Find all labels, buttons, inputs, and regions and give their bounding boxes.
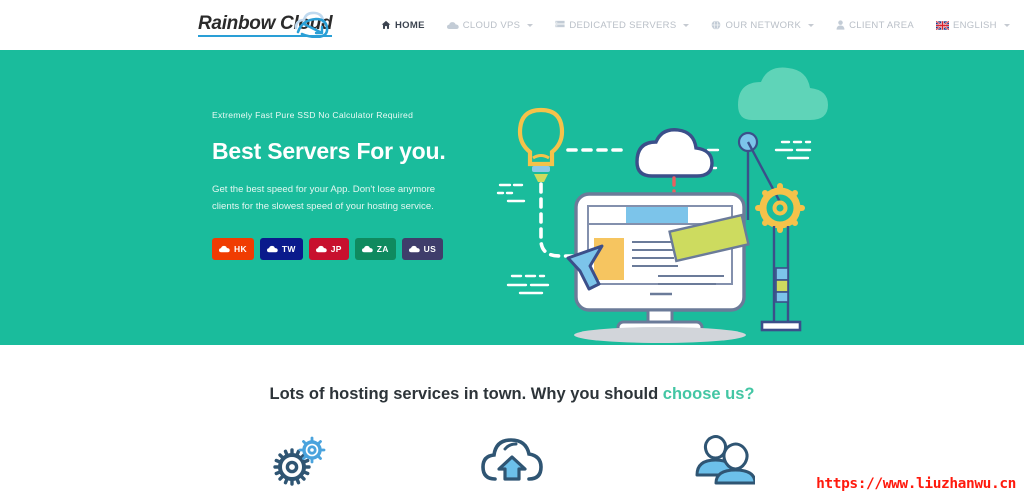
nav-label: DEDICATED SERVERS <box>569 19 677 31</box>
nav-label: OUR NETWORK <box>725 19 802 31</box>
nav-item-client-area[interactable]: CLIENT AREA <box>825 0 925 50</box>
hero-title: Best Servers For you. <box>212 138 446 164</box>
location-code: ZA <box>376 243 389 254</box>
chevron-down-icon <box>527 23 534 27</box>
hero-section: Extremely Fast Pure SSD No Calculator Re… <box>0 50 1024 345</box>
uk-flag-icon <box>936 20 949 30</box>
page-root: Rainbow Cloud HOME CLOUD VPS DEDICATED S… <box>0 0 1024 504</box>
hero-subtitle: Get the best speed for your App. Don't l… <box>212 184 436 212</box>
watermark-url: https://www.liuzhanwu.cn <box>816 476 1016 492</box>
cloud-icon <box>361 240 373 258</box>
location-button-us[interactable]: US <box>401 237 444 260</box>
cloud-icon <box>266 240 278 258</box>
cloud-icon <box>408 240 420 258</box>
location-button-group: HK TW JP ZA US <box>212 237 462 260</box>
chevron-down-icon <box>1003 23 1010 27</box>
location-button-hk[interactable]: HK <box>212 237 254 260</box>
cloud-icon <box>219 240 230 258</box>
nav-label: HOME <box>395 19 425 31</box>
cloud-icon <box>446 21 459 30</box>
site-header: Rainbow Cloud HOME CLOUD VPS DEDICATED S… <box>0 0 1024 50</box>
features-heading: Lots of hosting services in town. Why yo… <box>0 385 1024 404</box>
location-button-za[interactable]: ZA <box>354 237 396 260</box>
users-icon <box>695 433 757 490</box>
features-heading-main: Lots of hosting services in town. Why yo… <box>269 385 663 403</box>
location-code: HK <box>234 243 247 254</box>
home-icon <box>381 20 391 30</box>
location-button-jp[interactable]: JP <box>308 237 349 260</box>
location-code: US <box>423 243 437 254</box>
server-icon <box>555 20 565 30</box>
main-navigation: HOME CLOUD VPS DEDICATED SERVERS OUR NET… <box>370 0 1021 50</box>
chevron-down-icon <box>808 23 815 27</box>
cloud-icon <box>315 240 327 258</box>
nav-item-our-network[interactable]: OUR NETWORK <box>700 0 825 50</box>
cloud-swoosh-logo-icon <box>292 8 330 43</box>
location-code: TW <box>281 243 296 254</box>
feature-item-support[interactable] <box>619 433 832 490</box>
nav-item-cloud-vps[interactable]: CLOUD VPS <box>436 0 545 50</box>
gears-icon <box>270 433 328 496</box>
computer-cloud-hosting-illustration <box>480 60 830 345</box>
hero-eyebrow: Extremely Fast Pure SSD No Calculator Re… <box>212 110 414 120</box>
nav-label: CLIENT AREA <box>849 19 914 31</box>
feature-item-performance[interactable] <box>193 433 406 496</box>
nav-label: ENGLISH <box>953 19 997 31</box>
features-section: Lots of hosting services in town. Why yo… <box>0 345 1024 504</box>
location-code: JP <box>330 243 342 254</box>
nav-label: CLOUD VPS <box>462 19 521 31</box>
cloud-upload-icon <box>481 433 543 490</box>
nav-item-dedicated-servers[interactable]: DEDICATED SERVERS <box>544 0 700 50</box>
globe-icon <box>711 20 721 30</box>
features-heading-accent: choose us? <box>662 385 755 403</box>
hero-copy: Extremely Fast Pure SSD No Calculator Re… <box>212 110 462 260</box>
user-icon <box>836 20 845 30</box>
location-button-tw[interactable]: TW <box>259 237 303 260</box>
nav-item-language-english[interactable]: ENGLISH <box>925 0 1021 50</box>
nav-item-home[interactable]: HOME <box>370 0 436 50</box>
feature-item-cloud-backup[interactable] <box>406 433 619 490</box>
site-logo[interactable]: Rainbow Cloud <box>198 6 333 44</box>
chevron-down-icon <box>683 23 690 27</box>
